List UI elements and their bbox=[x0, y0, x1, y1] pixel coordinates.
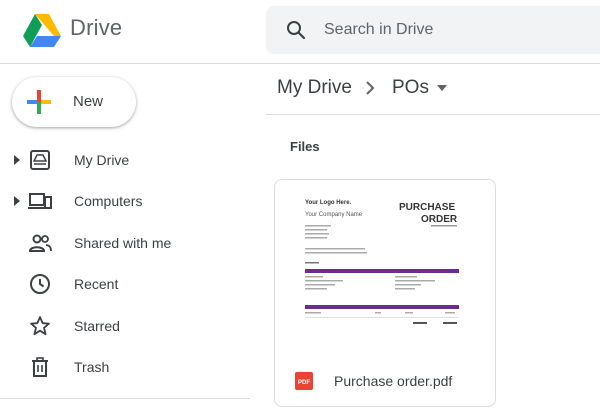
new-button-label: New bbox=[73, 93, 104, 110]
section-heading-files: Files bbox=[290, 139, 320, 154]
main-divider bbox=[266, 114, 600, 115]
file-name-row: PDF Purchase order.pdf bbox=[275, 366, 495, 396]
sidebar-item-label: Recent bbox=[74, 276, 119, 292]
sidebar-item-my-drive[interactable]: My Drive bbox=[0, 143, 258, 177]
app-title: Drive bbox=[70, 15, 123, 40]
sidebar-item-starred[interactable]: Starred bbox=[0, 309, 258, 343]
sidebar-divider bbox=[0, 398, 250, 399]
top-header: Drive bbox=[0, 0, 600, 64]
thumb-doc-lines bbox=[305, 225, 459, 324]
caret-right-icon[interactable] bbox=[10, 153, 24, 167]
pdf-icon: PDF bbox=[295, 372, 313, 390]
file-card[interactable]: Your Logo Here. Your Company Name PURCHA… bbox=[274, 179, 496, 407]
search-icon[interactable] bbox=[284, 18, 308, 42]
sidebar-item-recent[interactable]: Recent bbox=[0, 267, 258, 301]
sidebar-item-label: Trash bbox=[74, 359, 110, 375]
shared-with-me-icon bbox=[28, 234, 52, 252]
star-icon bbox=[30, 316, 50, 336]
breadcrumb-my-drive[interactable]: My Drive bbox=[277, 77, 352, 99]
search-input[interactable] bbox=[324, 18, 584, 42]
drive-logo-icon[interactable] bbox=[22, 10, 62, 50]
sidebar-item-computers[interactable]: Computers bbox=[0, 184, 258, 218]
file-thumbnail: Your Logo Here. Your Company Name PURCHA… bbox=[275, 180, 495, 352]
sidebar-item-shared-with-me[interactable]: Shared with me bbox=[0, 226, 258, 260]
sidebar-item-label: Computers bbox=[74, 193, 143, 209]
sidebar-item-label: My Drive bbox=[74, 152, 130, 168]
sidebar-item-trash[interactable]: Trash bbox=[0, 350, 258, 384]
clock-icon bbox=[30, 274, 50, 294]
chevron-right-icon bbox=[366, 81, 375, 95]
file-name: Purchase order.pdf bbox=[334, 373, 453, 389]
plus-icon bbox=[27, 90, 51, 114]
breadcrumb-current-folder[interactable]: POs bbox=[392, 77, 429, 99]
search-box[interactable] bbox=[266, 6, 600, 54]
computers-icon bbox=[28, 193, 52, 209]
caret-down-icon[interactable] bbox=[436, 84, 448, 92]
svg-text:PDF: PDF bbox=[298, 380, 310, 386]
trash-icon bbox=[32, 357, 48, 377]
sidebar-item-label: Shared with me bbox=[74, 235, 172, 251]
caret-right-icon[interactable] bbox=[10, 194, 24, 208]
sidebar-item-label: Starred bbox=[74, 318, 120, 334]
new-button[interactable]: New bbox=[12, 77, 136, 127]
my-drive-icon bbox=[30, 150, 50, 170]
